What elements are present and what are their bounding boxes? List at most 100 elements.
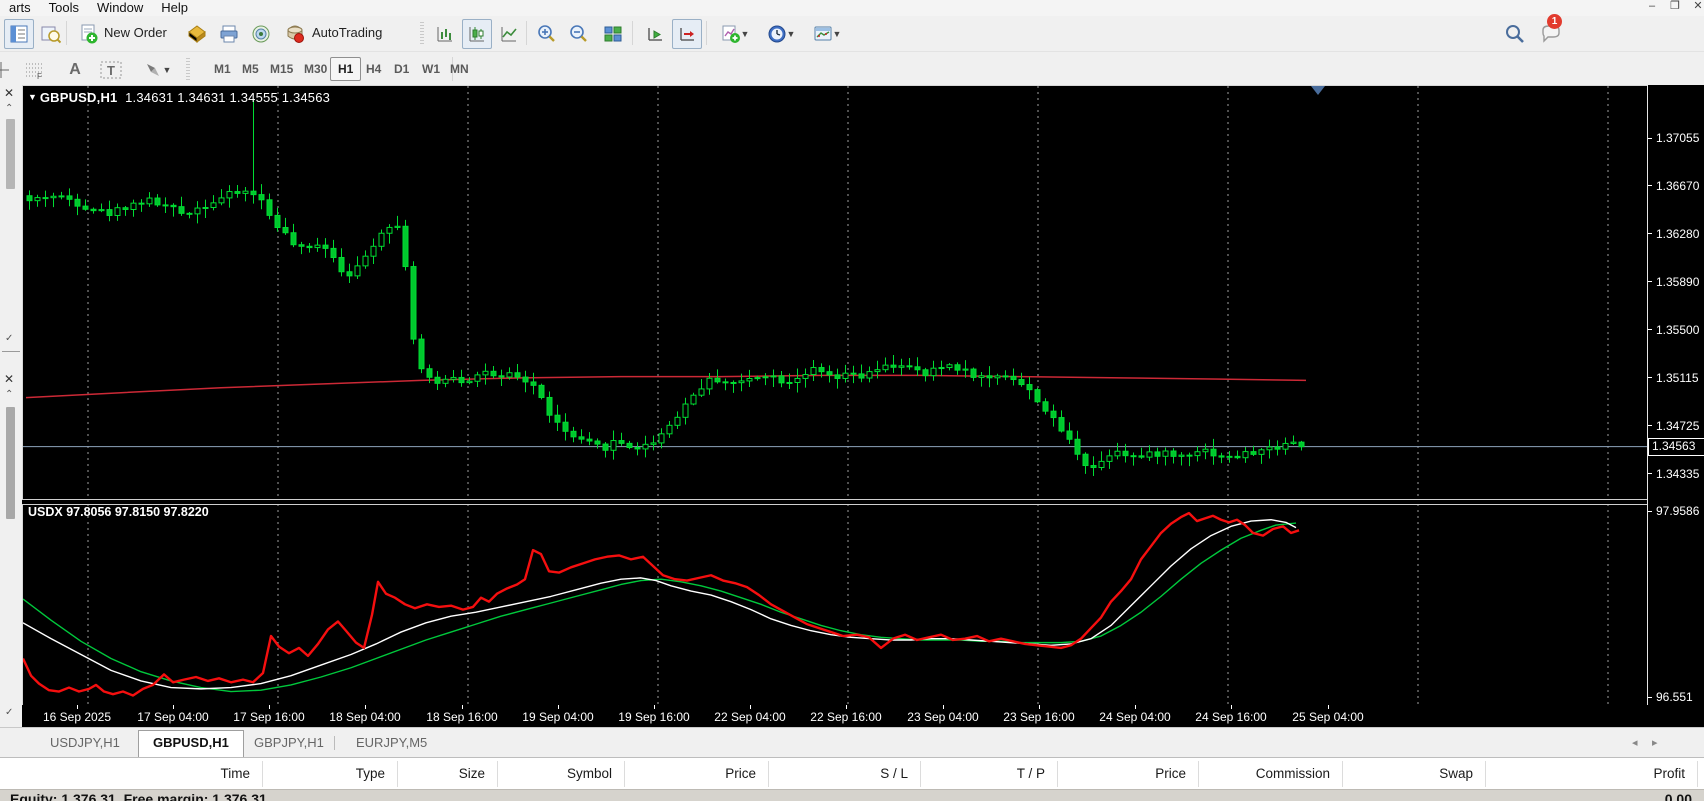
tile-windows-button[interactable] xyxy=(598,19,628,49)
minimize-button[interactable]: – xyxy=(1641,0,1663,14)
tab-gbpusd-h1[interactable]: GBPUSD,H1 xyxy=(138,730,244,758)
price-axis-label: 1.35115 xyxy=(1656,371,1699,385)
menu-item-help[interactable]: Help xyxy=(152,0,197,16)
usdx-red-line xyxy=(23,513,1299,695)
column-separator xyxy=(768,761,769,787)
column-separator xyxy=(397,761,398,787)
chart-shift-marker[interactable] xyxy=(1311,86,1325,95)
menu-item-window[interactable]: Window xyxy=(88,0,152,16)
data-window-button[interactable] xyxy=(36,19,66,49)
mt4-terminal-window: artsToolsWindowHelp – ❐ ✕ New Order Auto… xyxy=(0,0,1704,801)
candlestick-icon xyxy=(467,24,487,44)
toolbar-separator xyxy=(66,21,67,45)
panel-collapse-icon[interactable]: ⌃ xyxy=(5,103,13,114)
broadcast-button[interactable] xyxy=(246,19,276,49)
indicators-button[interactable]: ▼ xyxy=(714,19,756,49)
new-order-button[interactable] xyxy=(74,19,104,49)
zoom-in-button[interactable] xyxy=(532,19,562,49)
candlestick-chart-button[interactable] xyxy=(462,19,492,49)
column-separator xyxy=(497,761,498,787)
column-header-type: Type xyxy=(356,766,385,781)
timeframe-h1[interactable]: H1 xyxy=(330,57,361,81)
new-order-label[interactable]: New Order xyxy=(104,25,167,40)
toolbar-drag-handle[interactable] xyxy=(420,22,424,44)
gold-cube-icon xyxy=(187,24,207,44)
column-header-tp: T / P xyxy=(1017,766,1045,781)
time-axis-label: 19 Sep 16:00 xyxy=(614,710,694,724)
templates-button[interactable]: ▼ xyxy=(806,19,848,49)
dropdown-arrow-icon: ▼ xyxy=(163,65,172,75)
price-tick xyxy=(1648,138,1652,139)
timeframe-mn[interactable]: MN xyxy=(442,57,477,81)
time-tick xyxy=(77,705,78,709)
dropdown-arrow-icon: ▼ xyxy=(787,29,796,39)
notifications-button[interactable]: 1 xyxy=(1536,19,1566,49)
time-axis[interactable]: 16 Sep 202517 Sep 04:0017 Sep 16:0018 Se… xyxy=(22,705,1704,727)
restore-button[interactable]: ❐ xyxy=(1664,0,1686,14)
panel-check-icon[interactable]: ✓ xyxy=(5,707,13,718)
price-tick xyxy=(1648,281,1652,282)
tab-scroll-right-icon[interactable]: ▸ xyxy=(1652,736,1658,749)
window-splitter[interactable] xyxy=(22,499,1647,505)
autotrading-label[interactable]: AutoTrading xyxy=(312,25,382,40)
timeframe-d1[interactable]: D1 xyxy=(386,57,417,81)
toolbar-separator xyxy=(632,21,633,45)
menu-item-arts[interactable]: arts xyxy=(0,0,40,16)
toolbar-drag-handle[interactable] xyxy=(186,58,190,80)
toolbar-separator xyxy=(706,21,707,45)
price-axis-label: 1.37055 xyxy=(1656,131,1699,145)
panel-check-icon[interactable]: ✓ xyxy=(5,333,13,344)
periods-button[interactable]: ▼ xyxy=(760,19,802,49)
price-axis-label: 1.35500 xyxy=(1656,323,1699,337)
usdx-indicator-plot[interactable] xyxy=(22,503,1649,707)
menu-item-tools[interactable]: Tools xyxy=(40,0,88,16)
autotrading-button[interactable] xyxy=(280,19,310,49)
text-label-button[interactable]: T xyxy=(96,55,126,85)
panel-close-icon[interactable]: ✕ xyxy=(4,87,14,99)
usdx-white-line xyxy=(23,520,1296,689)
time-axis-label: 17 Sep 04:00 xyxy=(133,710,213,724)
bar-chart-button[interactable] xyxy=(430,19,460,49)
panel-close-icon[interactable]: ✕ xyxy=(4,373,14,385)
auto-scroll-button[interactable] xyxy=(640,19,670,49)
price-axis[interactable]: 1.370551.366701.362801.358901.355001.351… xyxy=(1647,85,1704,727)
line-chart-button[interactable] xyxy=(494,19,524,49)
price-tick xyxy=(1648,697,1652,698)
panel-collapse-icon[interactable]: ⌃ xyxy=(5,389,13,400)
fibonacci-button[interactable]: F xyxy=(20,55,50,85)
tab-gbpjpy-h1[interactable]: GBPJPY,H1 xyxy=(240,731,338,755)
gbpusd-chart-plot[interactable] xyxy=(22,85,1649,502)
column-header-sl: S / L xyxy=(880,766,908,781)
timeframe-h4[interactable]: H4 xyxy=(358,57,389,81)
time-tick xyxy=(1328,705,1329,709)
market-watch-button[interactable] xyxy=(4,19,34,49)
column-header-swap: Swap xyxy=(1439,766,1473,781)
crosshair-button[interactable] xyxy=(0,55,16,85)
close-button[interactable]: ✕ xyxy=(1687,0,1704,14)
chart-dropdown-icon[interactable]: ▼ xyxy=(28,92,40,102)
column-separator xyxy=(1342,761,1343,787)
chart-shift-button[interactable] xyxy=(672,19,702,49)
chart-title: ▼ GBPUSD,H1 1.34631 1.34631 1.34555 1.34… xyxy=(28,90,330,105)
search-icon xyxy=(1504,23,1526,45)
arrows-tool-button[interactable]: ▼ xyxy=(136,55,178,85)
indicator-axis-label: 97.9586 xyxy=(1656,504,1699,518)
panel-scrollbar-thumb[interactable] xyxy=(6,119,15,189)
price-axis-label: 1.36280 xyxy=(1656,227,1699,241)
column-header-profit: Profit xyxy=(1653,766,1685,781)
zoom-in-icon xyxy=(537,24,557,44)
zoom-out-button[interactable] xyxy=(564,19,594,49)
panel-divider xyxy=(2,351,20,352)
standard-toolbar: New Order AutoTrading xyxy=(0,16,1704,52)
tab-eurjpy-m5[interactable]: EURJPY,M5 xyxy=(342,731,441,755)
tab-usdjpy-h1[interactable]: USDJPY,H1 xyxy=(36,731,134,755)
print-button[interactable] xyxy=(214,19,244,49)
panel-scrollbar-thumb[interactable] xyxy=(6,407,15,519)
search-button[interactable] xyxy=(1500,19,1530,49)
price-tick xyxy=(1648,473,1652,474)
tab-scroll-left-icon[interactable]: ◂ xyxy=(1632,736,1638,749)
text-tool-button[interactable]: A xyxy=(60,55,90,85)
indicator-axis-label: 96.551 xyxy=(1656,690,1693,704)
chart-tab-bar: ◂ ▸ USDJPY,H1GBPUSD,H1GBPJPY,H1EURJPY,M5 xyxy=(0,727,1704,758)
chart-object-button[interactable] xyxy=(182,19,212,49)
